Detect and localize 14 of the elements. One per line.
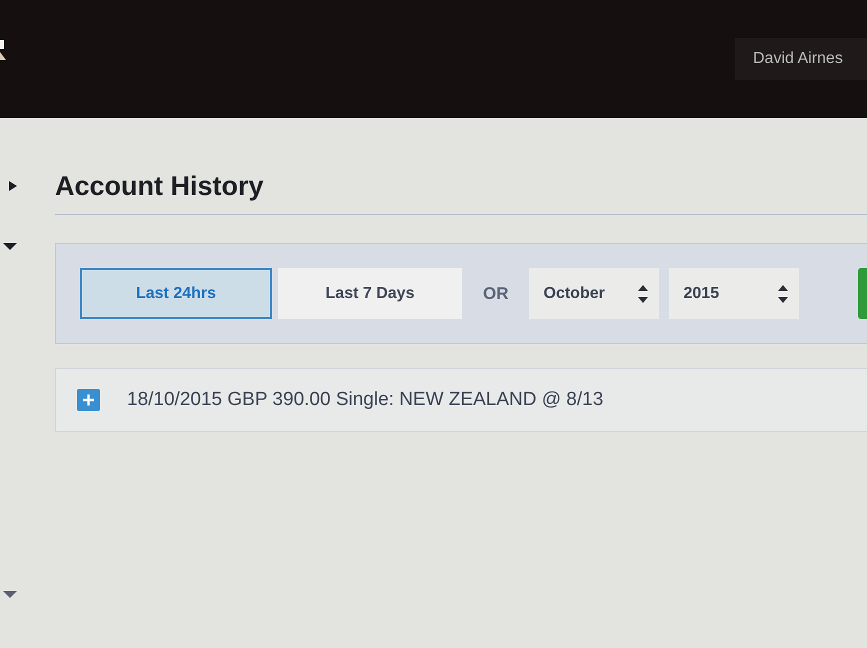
month-select[interactable]: October bbox=[528, 268, 658, 319]
page-title: Account History bbox=[55, 170, 264, 202]
up-down-arrows-icon bbox=[638, 284, 648, 302]
year-select[interactable]: 2015 bbox=[668, 268, 798, 319]
caret-icon[interactable] bbox=[3, 243, 17, 250]
period-tab[interactable]: Last 7 Days bbox=[278, 268, 462, 319]
logo-icon bbox=[0, 40, 6, 60]
period-tab[interactable]: Last 24hrs bbox=[80, 268, 272, 319]
up-down-arrows-icon bbox=[778, 284, 788, 302]
or-label: OR bbox=[483, 284, 508, 304]
user-name[interactable]: David Airnes bbox=[735, 38, 867, 80]
caret-icon[interactable] bbox=[9, 181, 17, 191]
entry-text: 18/10/2015 GBP 390.00 Single: NEW ZEALAND @ 8/13 bbox=[127, 389, 604, 411]
plus-icon[interactable] bbox=[77, 389, 100, 411]
